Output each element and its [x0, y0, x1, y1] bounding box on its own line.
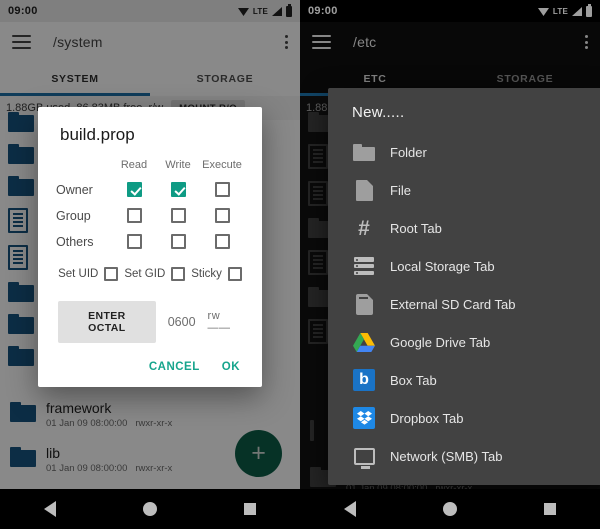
- ok-button[interactable]: OK: [222, 361, 240, 373]
- sd-card-icon: [352, 292, 376, 316]
- nav-home-icon[interactable]: [442, 502, 457, 516]
- nav-recent-icon[interactable]: [544, 503, 557, 515]
- menu-item-label: Google Drive Tab: [390, 334, 491, 350]
- menu-item-local-storage-tab[interactable]: Local Storage Tab: [328, 247, 600, 285]
- menu-item-dropbox-tab[interactable]: Dropbox Tab: [328, 399, 600, 437]
- octal-value: 0600: [167, 315, 196, 329]
- nav-back-icon[interactable]: [343, 501, 356, 517]
- menu-item-label: Local Storage Tab: [390, 258, 495, 274]
- permission-grid: Read Write Execute Owner Group Others: [38, 159, 262, 249]
- permission-header-row: Read Write Execute: [56, 159, 244, 171]
- special-bits-row: Set UID Set GID Sticky: [38, 267, 262, 281]
- checkbox-set-gid[interactable]: [171, 267, 186, 281]
- menu-item-google-drive-tab[interactable]: Google Drive Tab: [328, 323, 600, 361]
- nav-back-icon[interactable]: [43, 501, 56, 517]
- checkbox-others-read[interactable]: [126, 234, 142, 249]
- dialog-actions: CANCEL OK: [38, 343, 262, 381]
- column-write: Write: [165, 159, 191, 171]
- navigation-bar: [300, 489, 600, 529]
- checkbox-others-write[interactable]: [170, 234, 186, 249]
- folder-icon: [352, 140, 376, 164]
- menu-item-file[interactable]: File: [328, 171, 600, 209]
- nav-recent-icon[interactable]: [244, 503, 257, 515]
- hash-icon: #: [358, 216, 370, 240]
- google-drive-icon: [352, 330, 376, 354]
- checkbox-others-execute[interactable]: [214, 234, 230, 249]
- dialog-title: build.prop: [60, 125, 135, 144]
- checkbox-group-read[interactable]: [126, 208, 142, 223]
- dropbox-icon: [352, 406, 376, 430]
- menu-item-label: External SD Card Tab: [390, 296, 516, 312]
- permission-row-group: Group: [56, 208, 244, 223]
- permission-row-owner: Owner: [56, 182, 244, 197]
- checkbox-owner-write[interactable]: [170, 182, 186, 197]
- menu-item-label: Network (SMB) Tab: [390, 448, 503, 464]
- cancel-button[interactable]: CANCEL: [149, 361, 200, 373]
- menu-item-root-tab[interactable]: # Root Tab: [328, 209, 600, 247]
- row-label-owner: Owner: [56, 182, 93, 197]
- checkbox-sticky[interactable]: [227, 267, 242, 281]
- menu-item-label: Folder: [390, 144, 427, 160]
- label-sticky: Sticky: [191, 268, 222, 280]
- menu-item-label: Root Tab: [390, 220, 442, 236]
- menu-title: New.....: [352, 104, 405, 121]
- permission-row-others: Others: [56, 234, 244, 249]
- menu-item-external-sd-card-tab[interactable]: External SD Card Tab: [328, 285, 600, 323]
- permissions-dialog: build.prop Read Write Execute Owner Grou…: [38, 107, 262, 387]
- menu-item-network-smb-tab[interactable]: Network (SMB) Tab: [328, 437, 600, 475]
- box-icon: b: [352, 368, 376, 392]
- row-label-group: Group: [56, 208, 91, 223]
- menu-item-label: File: [390, 182, 411, 198]
- octal-row: ENTER OCTAL 0600 rw——: [38, 281, 262, 343]
- navigation-bar: [0, 489, 300, 529]
- monitor-icon: [352, 444, 376, 469]
- checkbox-owner-execute[interactable]: [214, 182, 230, 197]
- menu-item-box-tab[interactable]: b Box Tab: [328, 361, 600, 399]
- checkbox-group-write[interactable]: [170, 208, 186, 223]
- nav-home-icon[interactable]: [142, 502, 157, 516]
- enter-octal-button[interactable]: ENTER OCTAL: [58, 301, 156, 343]
- row-label-others: Others: [56, 234, 94, 249]
- symbolic-permissions: rw——: [207, 310, 231, 334]
- label-set-uid: Set UID: [58, 268, 99, 280]
- checkbox-set-uid[interactable]: [104, 267, 119, 281]
- storage-stack-icon: [352, 254, 376, 278]
- left-panel: 09:00 LTE /system SYSTEM STORAGE 1.88GB …: [0, 0, 300, 529]
- menu-item-label: Box Tab: [390, 372, 437, 388]
- right-panel: 09:00 LTE /etc ETC STORAGE 1.88 event-lo…: [300, 0, 600, 529]
- column-read: Read: [120, 159, 148, 171]
- new-menu: New..... Folder File # Root Tab Local St…: [328, 88, 600, 485]
- menu-item-label: Dropbox Tab: [390, 410, 464, 426]
- menu-item-folder[interactable]: Folder: [328, 133, 600, 171]
- label-set-gid: Set GID: [124, 268, 166, 280]
- checkbox-group-execute[interactable]: [214, 208, 230, 223]
- checkbox-owner-read[interactable]: [126, 182, 142, 197]
- column-execute: Execute: [202, 159, 242, 171]
- file-icon: [352, 178, 376, 202]
